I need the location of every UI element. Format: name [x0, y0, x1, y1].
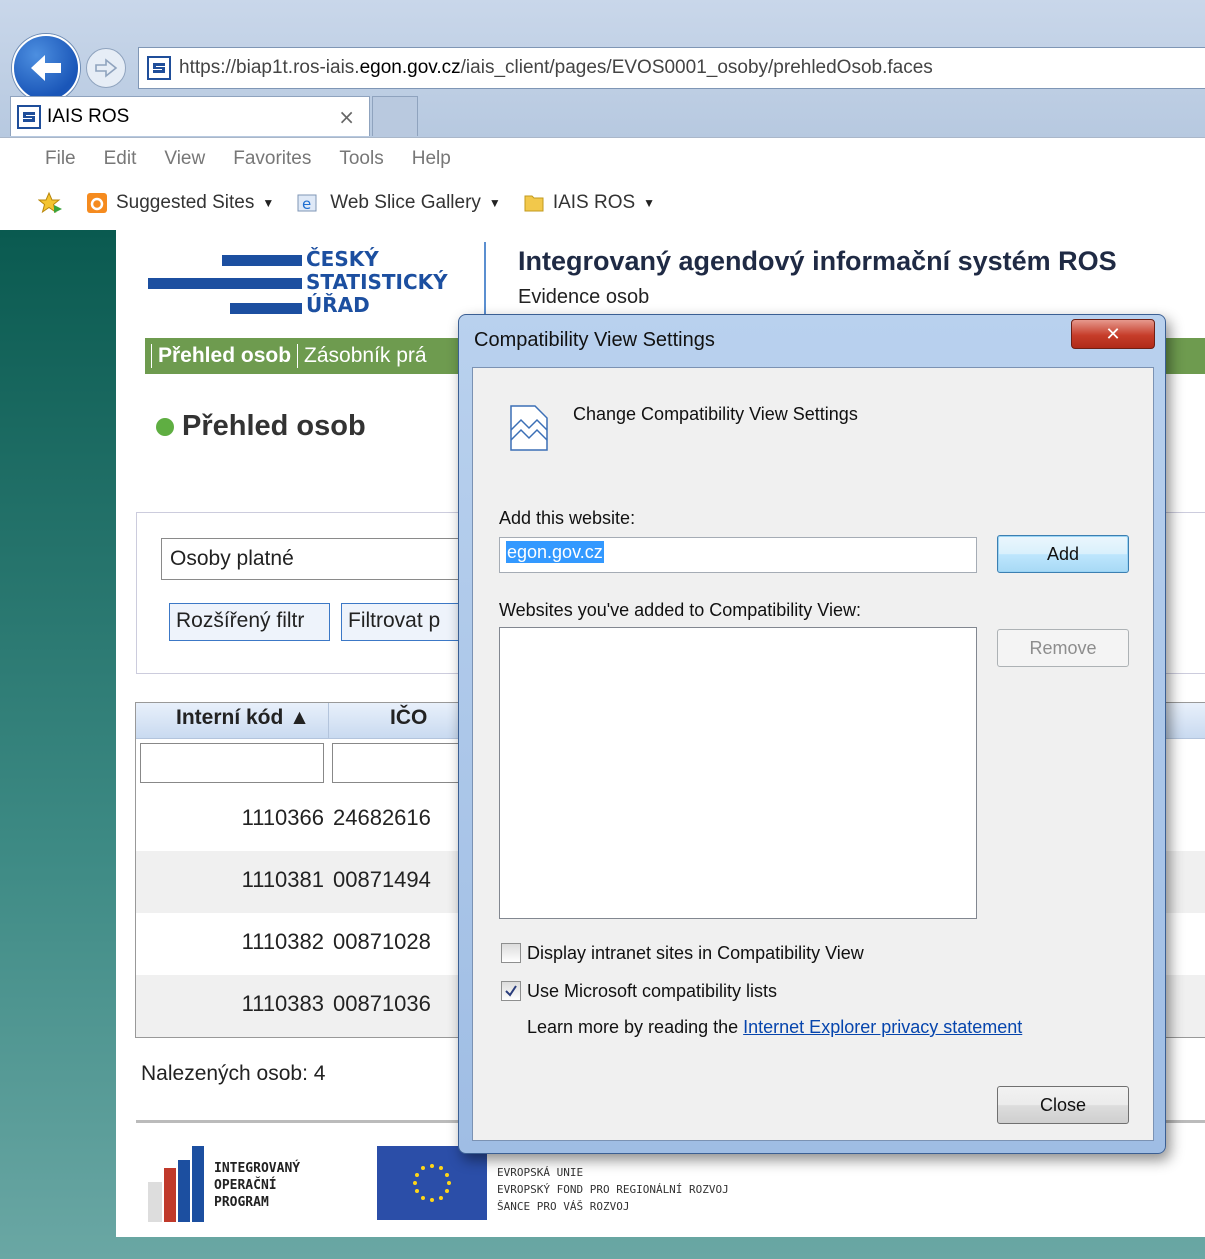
cell-code: 1110382 [241, 929, 324, 954]
nav-item-zasobnik[interactable]: Zásobník prá [297, 344, 433, 368]
iop-logo-icon [148, 1146, 204, 1222]
logo-bar [230, 303, 302, 314]
tab-favicon-icon [17, 104, 41, 129]
iop-logo-text: INTEGROVANÝ OPERAČNÍ PROGRAM [214, 1161, 301, 1210]
fav-web-slice-label: Web Slice Gallery [330, 192, 481, 213]
back-button[interactable] [12, 34, 80, 102]
chevron-down-icon: ▼ [488, 196, 501, 210]
col-header-internal-code[interactable]: Interní kód ▲ [176, 706, 310, 730]
logo-bar [148, 278, 302, 289]
remove-button[interactable]: Remove [997, 629, 1129, 667]
cell-ico: 24682616 [333, 805, 431, 830]
site-favicon-icon [147, 56, 171, 80]
favorites-star-button[interactable] [38, 191, 64, 215]
system-subtitle: Evidence osob [518, 286, 650, 308]
menu-bar: File Edit View Favorites Tools Help [0, 137, 1205, 179]
header-divider [484, 242, 486, 314]
filter-input-code[interactable] [140, 743, 324, 783]
learn-more-text: Learn more by reading the Internet Explo… [527, 1017, 1022, 1038]
add-website-label: Add this website: [499, 508, 636, 528]
menu-help[interactable]: Help [412, 148, 451, 170]
suggested-sites-icon [87, 193, 107, 213]
url-text: https://biap1t.ros-iais.egon.gov.cz/iais… [179, 57, 933, 78]
fav-web-slice-gallery[interactable]: e Web Slice Gallery ▼ [296, 191, 501, 215]
address-bar[interactable]: https://biap1t.ros-iais.egon.gov.cz/iais… [138, 47, 1205, 89]
ms-compat-checkbox-label: Use Microsoft compatibility lists [527, 981, 778, 1001]
add-website-value: egon.gov.cz [506, 541, 604, 563]
logo-bar [222, 255, 302, 266]
compat-view-icon [510, 405, 548, 451]
page-title: Přehled osob [182, 410, 366, 442]
cell-code: 1110383 [241, 991, 324, 1016]
cell-code: 1110381 [241, 867, 324, 892]
intranet-checkbox-label: Display intranet sites in Compatibility … [527, 943, 864, 963]
folder-icon [524, 195, 544, 212]
chevron-down-icon: ▼ [643, 196, 656, 210]
add-button[interactable]: Add [997, 535, 1129, 573]
ms-compat-checkbox[interactable] [501, 981, 521, 1001]
tab-iais-ros[interactable]: IAIS ROS × [10, 96, 370, 136]
compat-view-dialog: Compatibility View Settings ✕ Change Com… [458, 314, 1166, 1154]
menu-favorites[interactable]: Favorites [233, 148, 311, 170]
dialog-close-x-button[interactable]: ✕ [1071, 319, 1155, 349]
back-arrow-icon [31, 55, 61, 81]
tab-title: IAIS ROS [47, 105, 130, 127]
logo-text: ČESKÝ STATISTICKÝ ÚŘAD [306, 247, 448, 317]
system-title: Integrovaný agendový informační systém R… [518, 246, 1117, 276]
web-slice-icon: e [297, 194, 317, 213]
learn-more-prefix: Learn more by reading the [527, 1017, 744, 1037]
cell-ico: 00871494 [333, 867, 431, 892]
websites-list-label: Websites you've added to Compatibility V… [499, 600, 861, 620]
col-header-ico[interactable]: IČO [390, 706, 427, 730]
menu-edit[interactable]: Edit [104, 148, 137, 170]
cell-code: 1110366 [241, 805, 324, 830]
eu-flag-icon [377, 1146, 487, 1220]
fav-suggested-sites-label: Suggested Sites [116, 192, 255, 213]
status-dot-icon [156, 417, 174, 436]
checkmark-icon [505, 985, 517, 997]
tab-close-icon[interactable]: × [338, 105, 355, 129]
dialog-body: Change Compatibility View Settings Add t… [472, 367, 1154, 1141]
filter-input-ico[interactable] [332, 743, 472, 783]
add-website-input[interactable]: egon.gov.cz [499, 537, 977, 573]
dialog-title: Compatibility View Settings [474, 329, 715, 351]
cell-ico: 00871028 [333, 929, 431, 954]
fav-iais-ros-label: IAIS ROS [552, 192, 636, 213]
websites-listbox[interactable] [499, 627, 977, 919]
favorites-bar: Suggested Sites ▼ e Web Slice Gallery ▼ … [0, 180, 1205, 226]
eu-text: EVROPSKÁ UNIE EVROPSKÝ FOND PRO REGIONÁL… [497, 1166, 729, 1213]
menu-view[interactable]: View [164, 148, 205, 170]
close-button[interactable]: Close [997, 1086, 1129, 1124]
forward-arrow-icon [95, 58, 118, 78]
privacy-statement-link[interactable]: Internet Explorer privacy statement [743, 1017, 1022, 1037]
dialog-heading: Change Compatibility View Settings [573, 404, 858, 424]
favorites-star-icon [38, 191, 62, 214]
found-count: Nalezených osob: 4 [141, 1062, 326, 1085]
page-heading: Přehled osob [156, 410, 366, 443]
menu-tools[interactable]: Tools [339, 148, 383, 170]
fav-suggested-sites[interactable]: Suggested Sites ▼ [86, 192, 274, 214]
nav-item-prehled-osob[interactable]: Přehled osob [151, 344, 297, 368]
col-divider [328, 703, 329, 739]
extended-filter-button[interactable]: Rozšířený filtr [169, 603, 330, 641]
intranet-checkbox[interactable] [501, 943, 521, 963]
chevron-down-icon: ▼ [262, 196, 275, 210]
browser-chrome: https://biap1t.ros-iais.egon.gov.cz/iais… [0, 0, 1205, 230]
menu-file[interactable]: File [45, 148, 76, 170]
svg-text:e: e [302, 195, 311, 213]
fav-iais-ros-folder[interactable]: IAIS ROS ▼ [523, 192, 655, 214]
cell-ico: 00871036 [333, 991, 431, 1016]
filter-by-button[interactable]: Filtrovat p [341, 603, 461, 641]
forward-button[interactable] [86, 48, 126, 88]
new-tab-button[interactable] [372, 96, 418, 136]
